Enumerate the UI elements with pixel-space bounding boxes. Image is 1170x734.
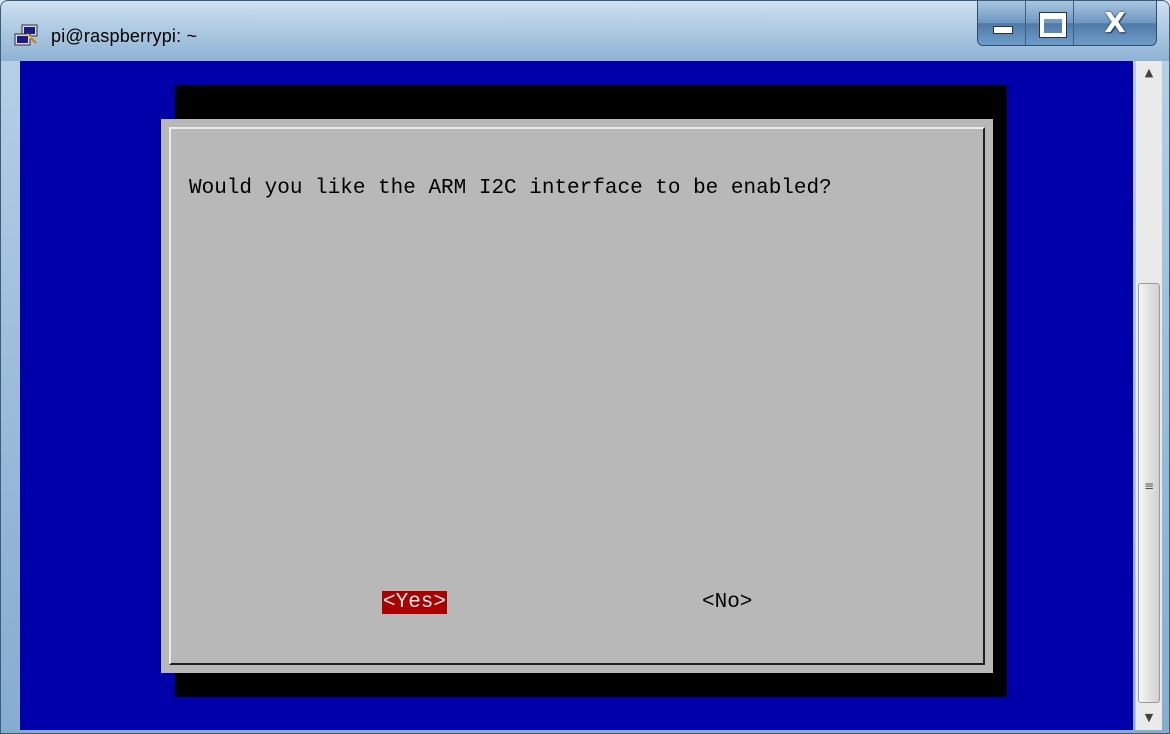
- minimize-icon: [993, 26, 1013, 34]
- putty-icon[interactable]: [13, 24, 41, 48]
- scroll-up-arrow-icon[interactable]: ▲: [1136, 61, 1162, 85]
- scroll-down-arrow-icon[interactable]: ▼: [1136, 706, 1162, 730]
- maximize-button[interactable]: [1026, 1, 1074, 45]
- terminal-area[interactable]: Would you like the ARM I2C interface to …: [20, 61, 1133, 730]
- grip-icon: ≡: [1143, 479, 1155, 493]
- vertical-scrollbar[interactable]: ▲ ≡ ▼: [1135, 61, 1162, 730]
- close-button[interactable]: X: [1074, 1, 1156, 45]
- yes-button[interactable]: <Yes>: [382, 591, 448, 614]
- confirm-dialog: Would you like the ARM I2C interface to …: [161, 119, 993, 673]
- minimize-button[interactable]: [978, 1, 1026, 45]
- terminal-window: pi@raspberrypi: ~ X Would you like the A…: [0, 0, 1170, 734]
- window-title: pi@raspberrypi: ~: [51, 26, 198, 46]
- maximize-icon: [1040, 13, 1066, 37]
- dialog-question: Would you like the ARM I2C interface to …: [189, 177, 832, 200]
- close-icon: X: [1104, 6, 1126, 39]
- title-bar[interactable]: pi@raspberrypi: ~ X: [1, 1, 1169, 61]
- window-controls: X: [977, 1, 1157, 46]
- scrollbar-thumb[interactable]: ≡: [1138, 283, 1160, 703]
- no-button[interactable]: <No>: [701, 591, 753, 614]
- dialog-frame: Would you like the ARM I2C interface to …: [169, 127, 985, 665]
